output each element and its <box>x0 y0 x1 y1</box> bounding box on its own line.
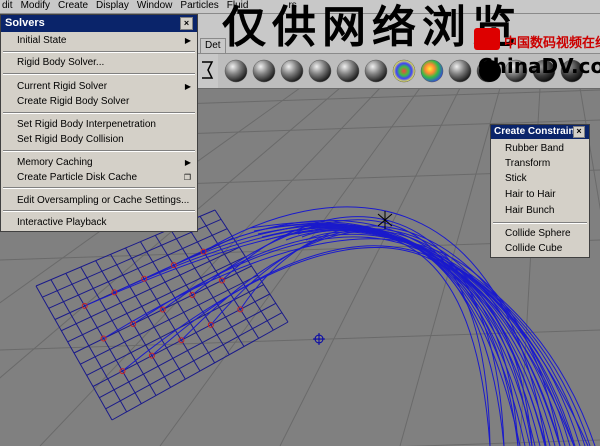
solvers-menu-item[interactable]: Create Rigid Body Solver <box>17 96 129 107</box>
solvers-menu-item[interactable]: Set Rigid Body Collision <box>17 134 124 145</box>
solvers-menu: Solvers × Initial State ▶ Rigid Body Solve… <box>0 14 198 232</box>
submenu-arrow-icon: ▶ <box>184 158 191 167</box>
submenu-arrow-icon: ▶ <box>184 36 191 45</box>
shader-ball-icon[interactable] <box>308 59 332 83</box>
logo-mark-icon <box>474 28 500 50</box>
logo-english-text: ChinaDV.com <box>478 54 600 78</box>
menubar-item[interactable]: Modify <box>21 0 50 13</box>
menubar-item[interactable]: Create <box>58 0 88 13</box>
solvers-menu-title[interactable]: Solvers × <box>1 15 197 32</box>
solvers-menu-item[interactable]: Create Particle Disk Cache <box>17 172 137 183</box>
menu-separator <box>3 73 195 75</box>
create-constraint-menu-title[interactable]: Create Constraint × <box>491 125 589 139</box>
create-constraint-menu: Create Constraint × Rubber Band Transform… <box>490 124 590 258</box>
shader-ball-icon[interactable] <box>280 59 304 83</box>
solvers-menu-item[interactable]: Edit Oversampling or Cache Settings... <box>17 195 189 206</box>
solvers-menu-item[interactable]: Initial State <box>17 35 66 46</box>
shader-ball-icon[interactable] <box>420 59 444 83</box>
close-icon[interactable]: × <box>573 126 585 138</box>
constraint-menu-item[interactable]: Stick <box>505 173 527 184</box>
close-icon[interactable]: × <box>180 17 193 30</box>
solvers-menu-item[interactable]: Interactive Playback <box>17 217 107 228</box>
constraint-menu-item[interactable]: Rubber Band <box>505 143 564 154</box>
create-constraint-title-text: Create Constraint <box>494 126 578 137</box>
menubar-item[interactable]: dit <box>2 0 13 13</box>
menu-separator <box>3 187 195 189</box>
constraint-menu-item[interactable]: Transform <box>505 158 550 169</box>
shader-ball-icon[interactable] <box>252 59 276 83</box>
shader-ball-icon[interactable] <box>392 59 416 83</box>
shader-ball-icon[interactable] <box>224 59 248 83</box>
menu-separator <box>3 51 195 53</box>
menu-separator <box>3 150 195 152</box>
menubar-item[interactable]: Display <box>96 0 129 13</box>
shader-ball-icon[interactable] <box>448 59 472 83</box>
solvers-menu-item[interactable]: Set Rigid Body Interpenetration <box>17 119 156 130</box>
solvers-menu-item[interactable]: Current Rigid Solver <box>17 81 107 92</box>
constraint-menu-item[interactable]: Hair Bunch <box>505 205 554 216</box>
constraint-menu-item[interactable]: Collide Cube <box>505 243 562 254</box>
menu-separator <box>3 210 195 212</box>
menubar-item[interactable]: Window <box>137 0 173 13</box>
constraint-menu-item[interactable]: Collide Sphere <box>505 228 571 239</box>
solvers-menu-item[interactable]: Rigid Body Solver... <box>17 57 104 68</box>
menubar-item[interactable]: Particles <box>180 0 218 13</box>
menu-separator <box>3 112 195 114</box>
solvers-menu-title-text: Solvers <box>5 17 45 29</box>
shader-ball-icon[interactable] <box>364 59 388 83</box>
menu-separator <box>493 222 587 224</box>
logo-chinese-text: 中国数码视频在线 <box>504 36 600 51</box>
solvers-menu-item[interactable]: Memory Caching <box>17 157 93 168</box>
shader-ball-icon[interactable] <box>336 59 360 83</box>
option-box-icon[interactable]: ❐ <box>184 173 191 182</box>
chinadv-logo: 中国数码视频在线 ChinaDV.com <box>470 22 600 78</box>
submenu-arrow-icon: ▶ <box>184 82 191 91</box>
constraint-menu-item[interactable]: Hair to Hair <box>505 189 556 200</box>
